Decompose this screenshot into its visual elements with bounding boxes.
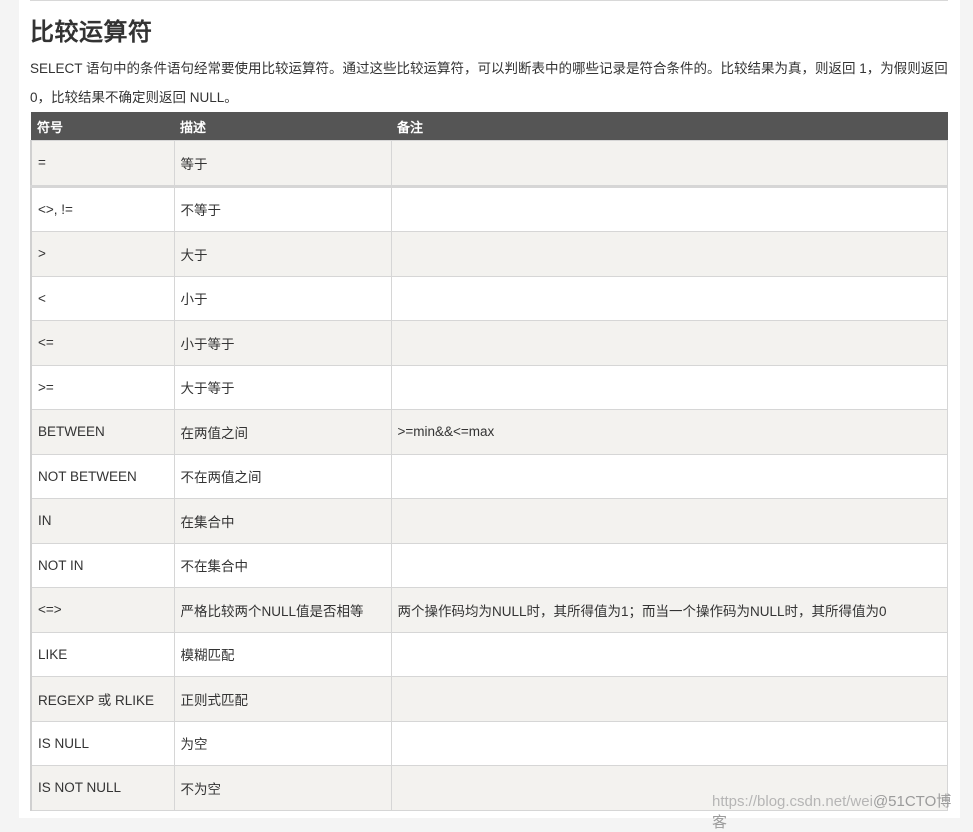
cell-symbol: BETWEEN (30, 409, 175, 455)
cell-description: 不为空 (173, 765, 392, 811)
cell-symbol: NOT IN (30, 542, 175, 588)
section-title: 比较运算符 (30, 18, 153, 46)
cell-description: 不等于 (173, 185, 392, 232)
cell-note (390, 320, 948, 366)
table-row: <=> 严格比较两个NULL值是否相等 两个操作码均为NULL时，其所得值为1；而当… (30, 587, 948, 633)
cell-description: 等于 (173, 140, 392, 188)
cell-note (390, 275, 948, 321)
cell-symbol: < (30, 275, 175, 321)
cell-note: 两个操作码均为NULL时，其所得值为1；而当一个操作码为NULL时，其所得值为0 (390, 587, 948, 633)
cell-note (390, 498, 948, 544)
right-gutter (960, 0, 973, 818)
cell-symbol: LIKE (30, 631, 175, 677)
table-row: >= 大于等于 (30, 364, 948, 410)
cell-symbol: <= (30, 320, 175, 366)
cell-note (390, 140, 948, 188)
section-intro: SELECT 语句中的条件语句经常要使用比较运算符。通过这些比较运算符，可以判断… (30, 61, 948, 105)
cell-symbol: <=> (30, 587, 175, 633)
cell-symbol: NOT BETWEEN (30, 453, 175, 499)
table-row: > 大于 (30, 231, 948, 277)
cell-note: >=min&&<=max (390, 409, 948, 455)
watermark: https://blog.csdn.net/wei@51CTO博客 (712, 790, 960, 832)
cell-description: 模糊匹配 (173, 631, 392, 677)
cell-description: 正则式匹配 (173, 676, 392, 722)
cell-description: 小于 (173, 275, 392, 321)
article-content: 比较运算符 SELECT 语句中的条件语句经常要使用比较运算符。通过这些比较运算… (19, 0, 960, 831)
table-row: NOT BETWEEN 不在两值之间 (30, 453, 948, 499)
cell-note (390, 631, 948, 677)
table-row: LIKE 模糊匹配 (30, 631, 948, 677)
cell-note (390, 453, 948, 499)
cell-description: 小于等于 (173, 320, 392, 366)
table-row: <>, != 不等于 (30, 185, 948, 232)
header-note: 备注 (391, 112, 948, 141)
cell-description: 为空 (173, 720, 392, 766)
table-row: BETWEEN 在两值之间 >=min&&<=max (30, 409, 948, 455)
cell-note (390, 676, 948, 722)
cell-description: 在两值之间 (173, 409, 392, 455)
cell-symbol: >= (30, 364, 175, 410)
cell-description: 严格比较两个NULL值是否相等 (173, 587, 392, 633)
left-gutter (0, 0, 19, 818)
table-row: <= 小于等于 (30, 320, 948, 366)
cell-note (390, 542, 948, 588)
header-symbol: 符号 (31, 112, 174, 141)
cell-note (390, 720, 948, 766)
cell-symbol: IN (30, 498, 175, 544)
cell-description: 在集合中 (173, 498, 392, 544)
table-header-row: 符号 描述 备注 (31, 112, 948, 141)
table-row: REGEXP 或 RLIKE 正则式匹配 (30, 676, 948, 722)
table-row: < 小于 (30, 275, 948, 321)
divider (30, 0, 948, 1)
cell-symbol: <>, != (30, 185, 175, 232)
comparison-operators-table: 符号 描述 备注 = 等于 <>, != 不等于 > 大于 < 小于 <= 小于等于 >= 大于等于 B… (30, 112, 948, 811)
cell-symbol: IS NULL (30, 720, 175, 766)
cell-symbol: REGEXP 或 RLIKE (30, 676, 175, 722)
cell-note (390, 231, 948, 277)
cell-symbol: IS NOT NULL (30, 765, 175, 811)
cell-description: 不在两值之间 (173, 453, 392, 499)
header-description: 描述 (174, 112, 391, 141)
cell-description: 大于 (173, 231, 392, 277)
cell-description: 不在集合中 (173, 542, 392, 588)
cell-description: 大于等于 (173, 364, 392, 410)
table-row: = 等于 (30, 140, 948, 188)
cell-symbol: > (30, 231, 175, 277)
cell-note (390, 185, 948, 232)
cell-symbol: = (30, 140, 175, 188)
watermark-url: https://blog.csdn.net/wei (712, 793, 873, 810)
table-row: IS NULL 为空 (30, 720, 948, 766)
table-row: NOT IN 不在集合中 (30, 542, 948, 588)
cell-note (390, 364, 948, 410)
table-row: IN 在集合中 (30, 498, 948, 544)
